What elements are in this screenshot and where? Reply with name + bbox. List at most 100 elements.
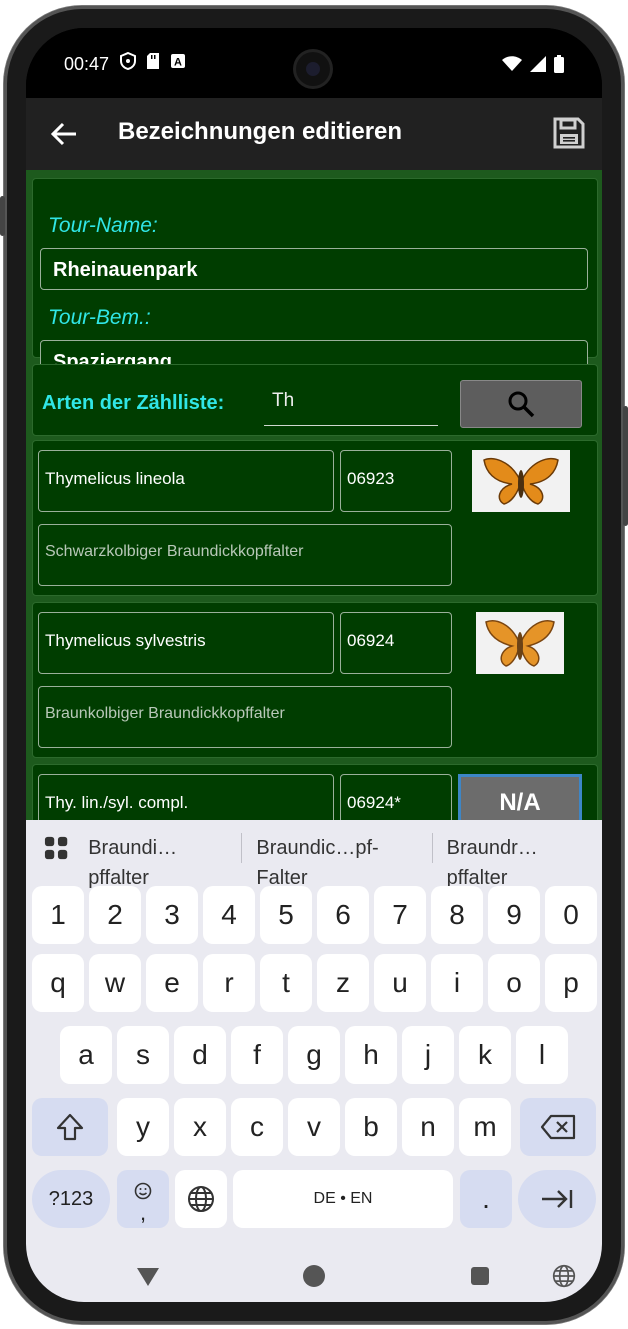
species-code[interactable]: 06924 — [340, 612, 452, 674]
species-scientific-name[interactable]: Thymelicus lineola — [38, 450, 334, 512]
emoji-comma-key[interactable]: , — [117, 1170, 169, 1228]
key-n[interactable]: n — [402, 1098, 454, 1156]
volume-button — [623, 406, 628, 526]
soft-keyboard: Braundi…pffalter Braundic…pf-Falter Brau… — [26, 820, 602, 1302]
back-arrow-icon[interactable] — [48, 118, 80, 150]
app-bar: Bezeichnungen editieren — [26, 98, 602, 170]
butterfly-image-icon — [483, 457, 559, 505]
key-h[interactable]: h — [345, 1026, 397, 1084]
back-triangle-icon[interactable] — [136, 1266, 160, 1288]
enter-key[interactable] — [518, 1170, 596, 1228]
key-3[interactable]: 3 — [146, 886, 198, 944]
key-1[interactable]: 1 — [32, 886, 84, 944]
emoji-icon — [134, 1182, 152, 1200]
suggestion-bar: Braundi…pffalter Braundic…pf-Falter Brau… — [26, 820, 602, 889]
search-icon — [508, 391, 535, 418]
butterfly-thumbnail[interactable] — [472, 450, 570, 512]
key-0[interactable]: 0 — [545, 886, 597, 944]
status-bar: 00:47 A — [26, 28, 602, 98]
shift-icon — [56, 1113, 84, 1141]
key-r[interactable]: r — [203, 954, 255, 1012]
key-p[interactable]: p — [545, 954, 597, 1012]
side-button — [0, 196, 5, 236]
battery-icon — [554, 55, 564, 73]
a-badge-icon: A — [171, 54, 185, 69]
key-9[interactable]: 9 — [488, 886, 540, 944]
key-5[interactable]: 5 — [260, 886, 312, 944]
content-area: Tour-Name: Rheinauenpark Tour-Bem.: Spaz… — [26, 170, 602, 846]
key-w[interactable]: w — [89, 954, 141, 1012]
key-l[interactable]: l — [516, 1026, 568, 1084]
apps-grid-icon[interactable] — [44, 835, 68, 861]
tour-bem-label: Tour-Bem.: — [48, 306, 151, 329]
species-scientific-name[interactable]: Thymelicus sylvestris — [38, 612, 334, 674]
space-key[interactable]: DE • EN — [233, 1170, 453, 1228]
key-o[interactable]: o — [488, 954, 540, 1012]
tour-name-field[interactable]: Rheinauenpark — [40, 248, 588, 290]
key-v[interactable]: v — [288, 1098, 340, 1156]
no-image-label: N/A — [499, 789, 541, 816]
key-z[interactable]: z — [317, 954, 369, 1012]
recents-square-icon[interactable] — [470, 1266, 490, 1286]
butterfly-image-icon — [485, 620, 555, 667]
key-f[interactable]: f — [231, 1026, 283, 1084]
suggestion-item[interactable]: Braundi…pffalter — [74, 833, 241, 889]
key-a[interactable]: a — [60, 1026, 112, 1084]
sd-card-icon — [147, 53, 159, 69]
key-k[interactable]: k — [459, 1026, 511, 1084]
key-7[interactable]: 7 — [374, 886, 426, 944]
species-common-name[interactable]: Braunkolbiger Braundickkopffalter — [38, 686, 452, 748]
key-8[interactable]: 8 — [431, 886, 483, 944]
symbols-key[interactable]: ?123 — [32, 1170, 110, 1228]
status-time: 00:47 — [64, 54, 110, 74]
tour-name-label: Tour-Name: — [48, 214, 158, 237]
backspace-icon — [540, 1114, 576, 1140]
period-key[interactable]: . — [460, 1170, 512, 1228]
suggestion-item[interactable]: Braundr…pffalter — [433, 833, 602, 889]
wifi-icon — [502, 56, 522, 71]
navigation-bar — [26, 1254, 602, 1302]
globe-icon[interactable] — [552, 1264, 576, 1288]
search-input[interactable]: Th — [264, 382, 438, 426]
key-j[interactable]: j — [402, 1026, 454, 1084]
key-4[interactable]: 4 — [203, 886, 255, 944]
home-circle-icon[interactable] — [302, 1264, 326, 1288]
key-u[interactable]: u — [374, 954, 426, 1012]
key-t[interactable]: t — [260, 954, 312, 1012]
shift-key[interactable] — [32, 1098, 108, 1156]
key-i[interactable]: i — [431, 954, 483, 1012]
next-arrow-icon — [542, 1190, 573, 1208]
butterfly-thumbnail[interactable] — [476, 612, 564, 674]
species-common-name[interactable]: Schwarzkolbiger Braundickkopffalter — [38, 524, 452, 586]
key-6[interactable]: 6 — [317, 886, 369, 944]
screen: 00:47 A Bezeichnungen editieren Tour-Nam… — [26, 28, 602, 1302]
key-s[interactable]: s — [117, 1026, 169, 1084]
signal-icon — [530, 56, 546, 72]
key-x[interactable]: x — [174, 1098, 226, 1156]
page-title: Bezeichnungen editieren — [118, 118, 403, 145]
key-g[interactable]: g — [288, 1026, 340, 1084]
backspace-key[interactable] — [520, 1098, 596, 1156]
front-camera — [296, 52, 330, 86]
globe-icon — [188, 1186, 214, 1212]
comma-label: , — [139, 1200, 147, 1225]
phone-frame: 00:47 A Bezeichnungen editieren Tour-Nam… — [0, 6, 628, 1324]
key-c[interactable]: c — [231, 1098, 283, 1156]
key-m[interactable]: m — [459, 1098, 511, 1156]
key-2[interactable]: 2 — [89, 886, 141, 944]
save-icon[interactable] — [552, 116, 586, 150]
key-q[interactable]: q — [32, 954, 84, 1012]
suggestion-item[interactable]: Braundic…pf-Falter — [242, 833, 431, 889]
key-y[interactable]: y — [117, 1098, 169, 1156]
key-d[interactable]: d — [174, 1026, 226, 1084]
language-key[interactable] — [175, 1170, 227, 1228]
key-b[interactable]: b — [345, 1098, 397, 1156]
species-list-label: Arten der Zählliste: — [42, 392, 225, 414]
search-button[interactable] — [460, 380, 582, 428]
status-icons-right — [502, 55, 564, 73]
shield-icon — [120, 52, 136, 70]
species-code[interactable]: 06923 — [340, 450, 452, 512]
key-e[interactable]: e — [146, 954, 198, 1012]
svg-text:A: A — [174, 57, 182, 69]
status-icons-left: A — [120, 52, 186, 70]
